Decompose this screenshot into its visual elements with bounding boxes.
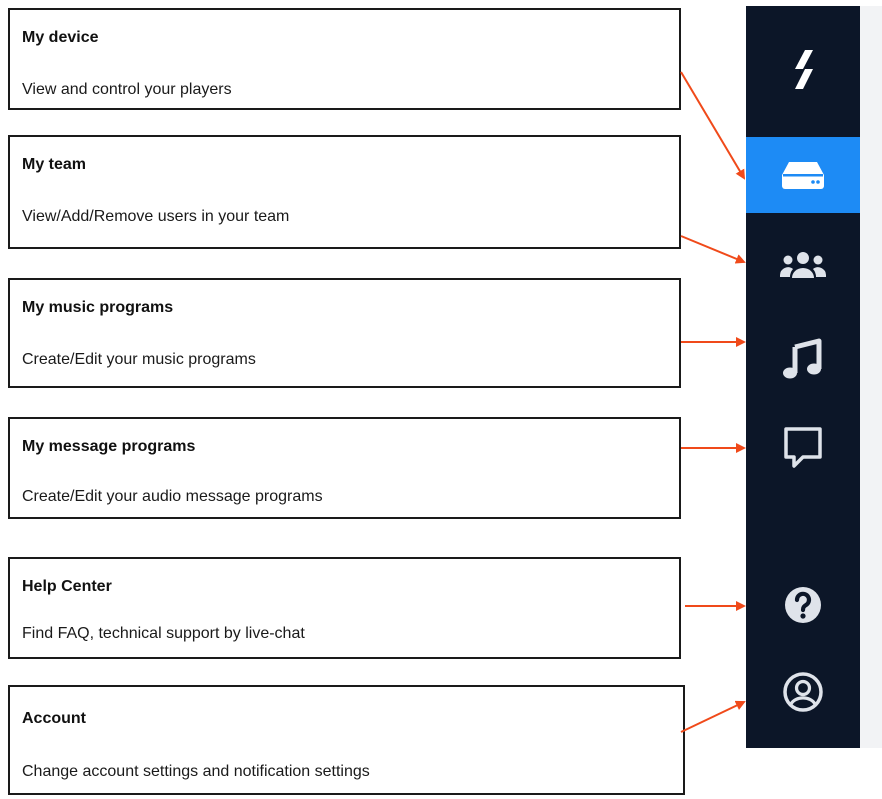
slash-logo-icon [795,50,813,89]
users-group-icon [780,252,826,278]
sidebar-nav [746,6,860,748]
question-circle-icon [785,587,821,623]
arrow-my-device [680,71,746,180]
chat-bubble-icon [784,427,822,468]
music-note-icon [783,338,822,379]
callout-title: My team [22,156,87,173]
callout-help-center: Help Center Find FAQ, technical support … [8,557,681,659]
callout-account: Account Change account settings and noti… [8,685,685,795]
device-drive-icon [782,162,824,189]
callout-description: Change account settings and notification… [22,763,370,780]
callout-title: My message programs [22,438,196,455]
callout-description: Find FAQ, technical support by live-chat [22,625,305,642]
callout-description: Create/Edit your music programs [22,351,256,368]
callout-title: My device [22,29,99,46]
callout-description: Create/Edit your audio message programs [22,488,323,505]
sidebar-item-device[interactable] [746,137,860,213]
callout-my-music-programs: My music programs Create/Edit your music… [8,278,681,388]
sidebar-item-team[interactable] [746,234,860,296]
callout-my-device: My device View and control your players [8,8,681,110]
callout-description: View and control your players [22,81,232,98]
arrow-my-team [680,235,746,264]
callout-title: Help Center [22,578,112,595]
callout-my-message-programs: My message programs Create/Edit your aud… [8,417,681,519]
callout-title: Account [22,710,86,727]
callout-title: My music programs [22,299,174,316]
sidebar-item-message[interactable] [746,416,860,478]
sidebar-item-help[interactable] [746,574,860,636]
callout-my-team: My team View/Add/Remove users in your te… [8,135,681,249]
user-circle-icon [783,672,823,712]
sidebar-item-account[interactable] [746,661,860,723]
callout-description: View/Add/Remove users in your team [22,208,290,225]
app-logo[interactable] [746,34,860,104]
main-content-area [860,6,882,748]
sidebar-item-music[interactable] [746,328,860,390]
arrow-account [680,700,746,733]
